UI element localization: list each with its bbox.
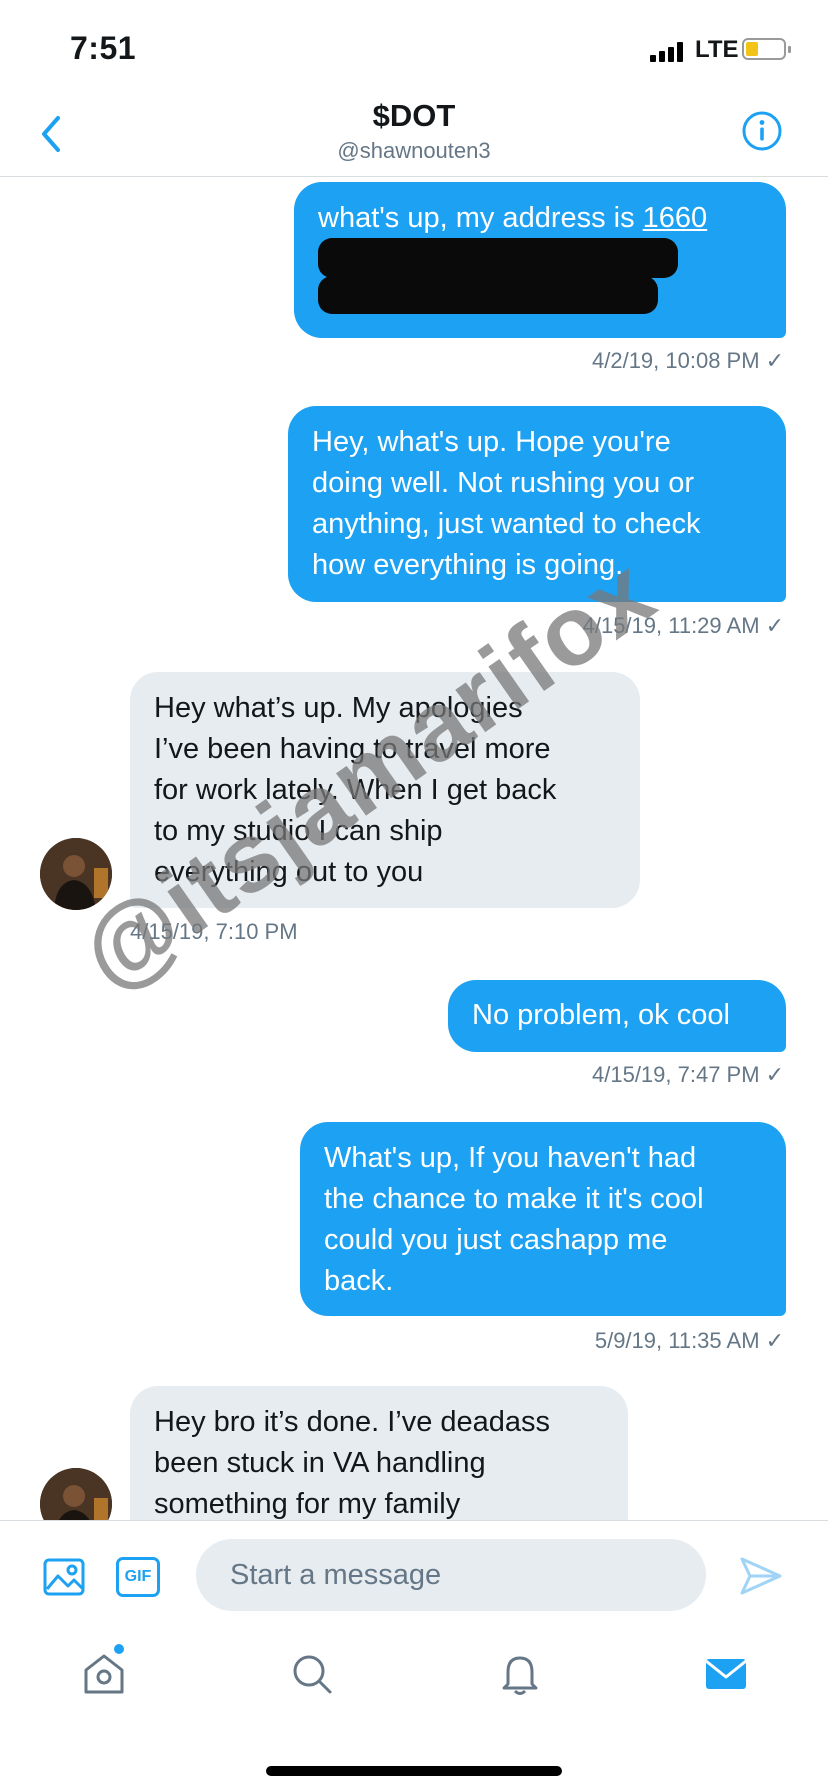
- delivered-check-icon: ✓: [765, 1328, 784, 1353]
- message-input[interactable]: [196, 1539, 706, 1611]
- home-indicator: [266, 1766, 562, 1776]
- send-icon[interactable]: [738, 1553, 784, 1599]
- redaction-mark: [318, 238, 678, 278]
- info-icon[interactable]: [741, 110, 783, 152]
- message-line: could you just cashapp me: [324, 1224, 668, 1256]
- delivered-check-icon: ✓: [765, 348, 784, 373]
- message-line: been stuck in VA handling: [154, 1447, 486, 1479]
- conversation-title[interactable]: $DOT: [0, 98, 828, 134]
- delivered-check-icon: ✓: [765, 1062, 784, 1087]
- message-line: what's up, my address is 1660: [318, 202, 708, 234]
- message-line: Hey, what's up. Hope you're: [312, 426, 671, 458]
- message-timestamp: 4/15/19, 7:47 PM ✓: [592, 1062, 784, 1087]
- message-line: No problem, ok cool: [472, 999, 730, 1031]
- message-bubble-incoming[interactable]: Hey what’s up. My apologies I’ve been ha…: [130, 672, 640, 908]
- contact-avatar[interactable]: [40, 838, 112, 910]
- notification-dot: [114, 1644, 124, 1654]
- message-line: the chance to make it it's cool: [324, 1183, 704, 1215]
- delivered-check-icon: ✓: [765, 613, 784, 638]
- status-bar: 7:51 LTE: [0, 0, 828, 96]
- message-timestamp: 4/15/19, 7:10 PM: [130, 919, 298, 944]
- message-line: What's up, If you haven't had: [324, 1142, 697, 1174]
- conversation-handle: @shawnouten3: [337, 138, 491, 163]
- conversation-header: $DOT @shawnouten3: [0, 96, 828, 177]
- message-line: for work lately. When I get back: [154, 774, 557, 806]
- redaction-mark: [318, 276, 658, 314]
- message-line: Hey what’s up. My apologies: [154, 692, 523, 724]
- message-timestamp: 5/9/19, 11:35 AM ✓: [594, 1328, 784, 1353]
- message-line: everything out to you: [154, 856, 424, 888]
- message-composer: GIF: [0, 1520, 828, 1633]
- message-timestamp: 4/15/19, 11:29 AM ✓: [582, 613, 784, 638]
- message-line: how everything is going.: [312, 549, 624, 581]
- bottom-tab-bar: [0, 1632, 828, 1792]
- home-icon[interactable]: [80, 1650, 128, 1698]
- message-line: to my studio I can ship: [154, 815, 443, 847]
- message-bubble-outgoing[interactable]: What's up, If you haven't had the chance…: [300, 1122, 786, 1316]
- image-icon[interactable]: [42, 1555, 86, 1599]
- message-bubble-outgoing[interactable]: Hey, what's up. Hope you're doing well. …: [288, 406, 786, 602]
- message-timestamp: 4/2/19, 10:08 PM ✓: [592, 348, 784, 373]
- battery-icon: [742, 38, 791, 60]
- network-type: LTE: [695, 36, 739, 63]
- messages-icon[interactable]: [702, 1650, 750, 1698]
- message-line: something for my family: [154, 1488, 461, 1520]
- message-line: I’ve been having to travel more: [154, 733, 551, 765]
- notifications-icon[interactable]: [496, 1650, 544, 1698]
- status-time: 7:51: [70, 30, 137, 66]
- message-line: Hey bro it’s done. I’ve deadass: [154, 1406, 551, 1438]
- message-line: back.: [324, 1265, 394, 1297]
- search-icon[interactable]: [288, 1650, 336, 1698]
- message-line: doing well. Not rushing you or: [312, 467, 695, 499]
- gif-button[interactable]: GIF: [116, 1557, 160, 1597]
- message-bubble-outgoing[interactable]: No problem, ok cool: [448, 980, 786, 1052]
- message-bubble-outgoing[interactable]: what's up, my address is 1660: [294, 182, 786, 338]
- signal-icon: [650, 42, 690, 62]
- message-line: anything, just wanted to check: [312, 508, 701, 540]
